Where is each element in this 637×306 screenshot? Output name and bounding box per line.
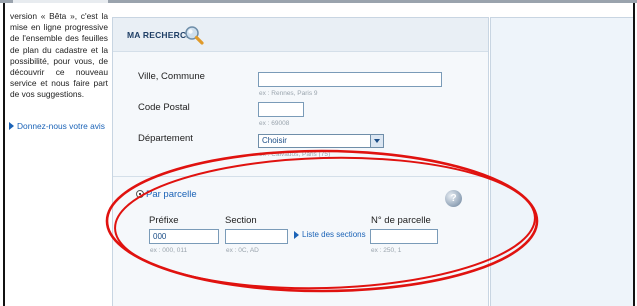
commune-label: Ville, Commune <box>138 71 205 82</box>
sections-list-link[interactable]: Liste des sections <box>294 230 366 239</box>
right-column <box>490 17 633 306</box>
section-divider <box>113 176 488 177</box>
search-panel-header: MA RECHERCHE <box>113 18 488 52</box>
department-hint: ex : Calvados, Paris (75) <box>259 151 331 158</box>
commune-hint: ex : Rennes, Paris 9 <box>259 90 318 97</box>
par-parcelle-label[interactable]: Par parcelle <box>146 189 197 200</box>
feedback-link[interactable]: Donnez-nous votre avis <box>9 121 105 131</box>
section-input[interactable] <box>225 229 288 244</box>
frame-right-border <box>633 3 635 306</box>
sections-list-link-label: Liste des sections <box>302 230 366 239</box>
postal-code-input[interactable] <box>258 102 304 117</box>
section-hint: ex : 0C, AD <box>226 247 259 254</box>
chevron-down-icon[interactable] <box>370 135 383 147</box>
department-selected-value: Choisir <box>262 136 287 145</box>
search-panel: MA RECHERCHE <box>112 17 489 306</box>
arrow-right-icon <box>294 230 299 239</box>
info-sidebar: version « Bêta », c'est la mise en ligne… <box>5 3 110 306</box>
arrow-right-icon <box>9 122 14 130</box>
postal-hint: ex : 69008 <box>259 120 290 127</box>
par-parcelle-radio[interactable] <box>136 190 144 198</box>
magnifier-icon <box>185 26 204 45</box>
department-select[interactable]: Choisir <box>258 134 384 148</box>
beta-info-text: version « Bêta », c'est la mise en ligne… <box>10 11 108 100</box>
prefix-label: Préfixe <box>149 215 179 226</box>
parcel-number-hint: ex : 250, 1 <box>371 247 402 254</box>
parcel-number-label: N° de parcelle <box>371 215 431 226</box>
feedback-link-label: Donnez-nous votre avis <box>17 121 105 131</box>
prefix-input[interactable] <box>149 229 219 244</box>
prefix-hint: ex : 000, 011 <box>150 247 188 254</box>
postal-label: Code Postal <box>138 102 190 113</box>
commune-input[interactable] <box>258 72 442 87</box>
department-label: Département <box>138 133 193 144</box>
help-icon[interactable]: ? <box>445 190 462 207</box>
section-label: Section <box>225 215 257 226</box>
parcel-number-input[interactable] <box>370 229 438 244</box>
